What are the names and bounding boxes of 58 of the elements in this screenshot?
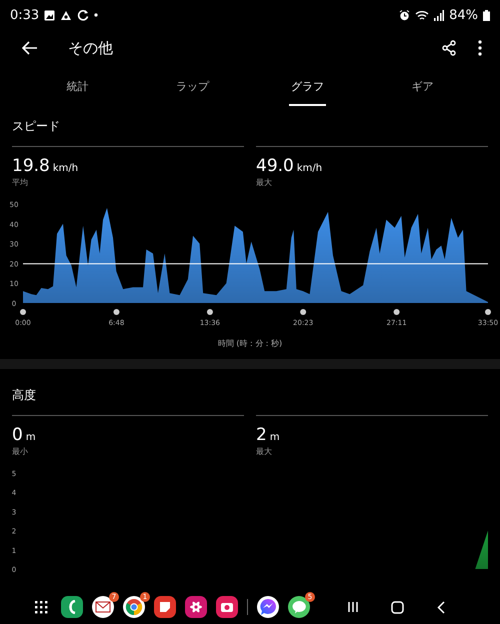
stat-value: 49.0: [256, 156, 294, 176]
mail-icon[interactable]: [92, 596, 114, 618]
stat-unit: km/h: [296, 163, 322, 174]
notes-icon[interactable]: [154, 596, 176, 618]
stat-value: 0: [12, 425, 23, 445]
chat-app-icon[interactable]: [288, 596, 310, 618]
tick-dot: [113, 309, 120, 315]
camera-icon[interactable]: [216, 596, 238, 618]
page-title: その他: [68, 38, 114, 58]
browser-icon[interactable]: [123, 596, 145, 618]
speech-bubble-icon: [291, 600, 307, 614]
dot-icon: [94, 13, 98, 17]
stat-unit: m: [26, 432, 36, 443]
stat-label: 最小: [12, 446, 29, 457]
notification-icon: [60, 10, 72, 20]
lens-icon: [220, 601, 234, 613]
share-icon: [442, 40, 456, 56]
home-icon: [390, 600, 404, 614]
clock-time: 0:33: [10, 8, 40, 22]
battery-level: 84%: [449, 8, 478, 22]
battery-icon: [483, 10, 490, 20]
stat-label: 平均: [12, 177, 29, 188]
stat-label: 最大: [256, 177, 273, 188]
more-icon: [478, 40, 482, 56]
recents-icon: [347, 601, 359, 613]
stat-value: 2: [256, 425, 267, 445]
alarm-icon: [399, 10, 410, 20]
wifi-icon: [415, 10, 430, 20]
tick-dot: [485, 309, 491, 315]
sync-icon: [77, 9, 90, 21]
browser-logo-icon: [125, 598, 143, 616]
tick-dot: [394, 309, 400, 315]
axis-title: 時間 (時 : 分 : 秒): [218, 338, 282, 349]
phone-icon[interactable]: [61, 596, 83, 618]
flower-icon[interactable]: [185, 596, 207, 618]
note-page-icon: [159, 601, 171, 613]
petals-icon: [189, 600, 203, 614]
envelope-icon: [95, 601, 111, 613]
stat-label: 最大: [256, 446, 273, 457]
image-icon: [44, 10, 56, 20]
handset-icon: [67, 600, 77, 614]
tab[interactable]: グラフ: [250, 66, 365, 108]
back-chevron-icon: [437, 600, 445, 614]
stat-value: 19.8: [12, 156, 50, 176]
tab[interactable]: ギア: [365, 66, 480, 108]
section-title: 高度: [11, 387, 37, 404]
tab[interactable]: 統計: [20, 66, 135, 108]
tick-dot: [300, 309, 306, 315]
tick-dot: [206, 309, 213, 315]
signal-icon: [434, 10, 444, 20]
back-arrow-icon: [22, 41, 38, 55]
tab[interactable]: ラップ: [135, 66, 250, 108]
stat-unit: m: [270, 432, 280, 443]
messenger-icon[interactable]: [257, 596, 279, 618]
tick-dot: [20, 309, 26, 315]
stat-unit: km/h: [52, 163, 78, 174]
lightning-bubble-icon: [259, 598, 277, 616]
section-title: スピード: [11, 118, 61, 135]
